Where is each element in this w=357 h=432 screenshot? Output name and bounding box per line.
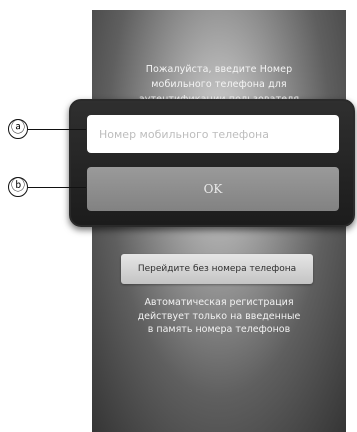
instruction-line: Пожалуйста, введите Номер	[145, 64, 293, 75]
callout-b-label: ⓑ	[8, 177, 28, 197]
callout-a-label: ⓐ	[8, 119, 28, 139]
callout-a-line	[28, 129, 86, 130]
instruction-line: мобильного телефона для	[151, 79, 287, 90]
callout-b-line	[28, 187, 86, 188]
ok-button[interactable]: OK	[87, 167, 339, 211]
note-line: в память номера телефонов	[147, 324, 291, 335]
skip-phone-number-button[interactable]: Перейдите без номера телефона	[121, 254, 313, 284]
auto-registration-note: Автоматическая регистрация действует тол…	[92, 296, 346, 337]
phone-number-input[interactable]	[87, 115, 339, 153]
note-line: Автоматическая регистрация	[144, 297, 294, 308]
phone-number-dialog: OK	[69, 99, 355, 227]
note-line: действует только на введенные	[137, 310, 301, 322]
